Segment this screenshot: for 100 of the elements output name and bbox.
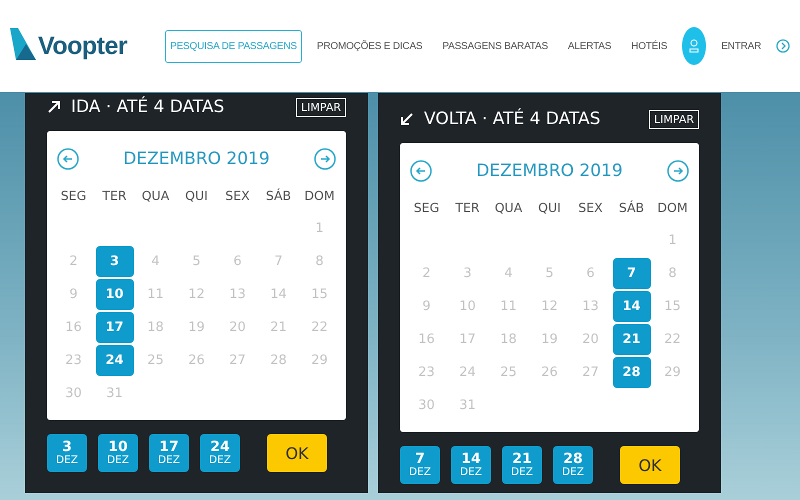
calendar-day[interactable]: 17 xyxy=(96,312,134,343)
calendar-day[interactable]: 9 xyxy=(54,279,92,310)
selected-date-chip[interactable]: 14 DEZ xyxy=(451,446,491,484)
weekday-label: SÁB xyxy=(618,200,644,215)
calendar-day[interactable]: 5 xyxy=(530,258,568,289)
nav-link[interactable]: ALERTAS xyxy=(562,30,616,62)
calendar-day[interactable]: 10 xyxy=(448,291,486,322)
month-title: DEZEMBRO 2019 xyxy=(123,149,270,169)
selected-date-chip[interactable]: 28 DEZ xyxy=(553,446,593,484)
selected-date-chip[interactable]: 21 DEZ xyxy=(502,446,542,484)
calendar-day[interactable]: 12 xyxy=(530,291,568,322)
calendar-day[interactable]: 21 xyxy=(260,312,298,343)
calendar-day[interactable]: 8 xyxy=(300,246,338,277)
nav-link[interactable]: PESQUISA DE PASSAGENS xyxy=(165,30,302,62)
panel-title: IDA · ATÉ 4 DATAS xyxy=(71,97,224,117)
calendar-day[interactable]: 17 xyxy=(448,324,486,355)
calendar-day[interactable]: 18 xyxy=(490,324,528,355)
calendar-day[interactable]: 31 xyxy=(448,390,486,421)
calendar-day[interactable]: 23 xyxy=(54,345,92,376)
selected-date-chip[interactable]: 7 DEZ xyxy=(400,446,440,484)
calendar-day[interactable]: 31 xyxy=(96,378,134,409)
calendar-day[interactable]: 23 xyxy=(408,357,446,388)
calendar-day[interactable]: 29 xyxy=(300,345,338,376)
selected-date-chip[interactable]: 24 DEZ xyxy=(200,434,240,472)
calendar-day[interactable]: 26 xyxy=(178,345,216,376)
calendar-day[interactable]: 19 xyxy=(178,312,216,343)
calendar-day[interactable]: 25 xyxy=(136,345,174,376)
weekday-label: SEX xyxy=(225,188,250,203)
calendar-day[interactable]: 4 xyxy=(490,258,528,289)
calendar-day[interactable]: 1 xyxy=(300,213,338,244)
calendar-day[interactable]: 16 xyxy=(408,324,446,355)
calendar-day[interactable]: 9 xyxy=(408,291,446,322)
login-link[interactable]: ENTRAR xyxy=(716,30,766,62)
calendar-day[interactable]: 28 xyxy=(260,345,298,376)
previous-month-icon[interactable] xyxy=(57,148,79,170)
arrow-up-right-icon xyxy=(47,100,61,114)
calendar-day[interactable]: 13 xyxy=(218,279,256,310)
calendar-day[interactable]: 27 xyxy=(572,357,610,388)
calendar-day[interactable]: 11 xyxy=(490,291,528,322)
weekday-label: SEX xyxy=(578,200,603,215)
calendar-day[interactable]: 10 xyxy=(96,279,134,310)
calendar-day[interactable]: 4 xyxy=(136,246,174,277)
calendar-day[interactable]: 1 xyxy=(654,225,692,256)
month-title: DEZEMBRO 2019 xyxy=(476,161,623,181)
calendar-day[interactable]: 30 xyxy=(54,378,92,409)
calendar-day[interactable]: 16 xyxy=(54,312,92,343)
calendar-day[interactable]: 19 xyxy=(530,324,568,355)
selected-date-chip[interactable]: 3 DEZ xyxy=(47,434,87,472)
calendar-day[interactable]: 29 xyxy=(654,357,692,388)
calendar-day[interactable]: 22 xyxy=(300,312,338,343)
calendar-day[interactable]: 14 xyxy=(260,279,298,310)
weekday-label: SEG xyxy=(60,188,86,203)
calendar-day[interactable]: 20 xyxy=(218,312,256,343)
calendar-day[interactable]: 11 xyxy=(136,279,174,310)
calendar-day[interactable]: 2 xyxy=(408,258,446,289)
calendar-day[interactable]: 6 xyxy=(218,246,256,277)
calendar-day[interactable]: 2 xyxy=(54,246,92,277)
weekday-label: QUA xyxy=(142,188,170,203)
next-month-icon[interactable] xyxy=(666,160,689,182)
calendar-day[interactable]: 24 xyxy=(96,345,134,376)
calendar-day[interactable]: 24 xyxy=(448,357,486,388)
weekday-label: TER xyxy=(102,188,127,203)
chevron-right-icon[interactable] xyxy=(776,39,790,53)
calendar-day[interactable]: 15 xyxy=(654,291,692,322)
calendar-day[interactable]: 13 xyxy=(572,291,610,322)
next-month-icon[interactable] xyxy=(314,148,336,170)
weekday-label: DOM xyxy=(304,188,335,203)
ok-button[interactable]: OK xyxy=(620,446,680,484)
user-avatar[interactable] xyxy=(682,27,706,65)
calendar-day[interactable]: 7 xyxy=(260,246,298,277)
calendar-day[interactable]: 5 xyxy=(178,246,216,277)
calendar-day[interactable]: 12 xyxy=(178,279,216,310)
calendar-day[interactable]: 7 xyxy=(612,258,650,289)
calendar-day[interactable]: 18 xyxy=(136,312,174,343)
calendar-day[interactable]: 27 xyxy=(218,345,256,376)
logo-text[interactable]: Voopter xyxy=(38,32,128,60)
calendar-day[interactable]: 14 xyxy=(612,291,650,322)
calendar-day[interactable]: 3 xyxy=(448,258,486,289)
calendar-day[interactable]: 30 xyxy=(408,390,446,421)
calendar-day[interactable]: 20 xyxy=(572,324,610,355)
calendar-day[interactable]: 6 xyxy=(572,258,610,289)
selected-date-chip[interactable]: 10 DEZ xyxy=(98,434,138,472)
calendar-day[interactable]: 22 xyxy=(654,324,692,355)
weekday-label: DOM xyxy=(657,200,688,215)
ok-button[interactable]: OK xyxy=(267,434,327,472)
nav-link[interactable]: PROMOÇÕES E DICAS xyxy=(312,30,428,62)
calendar-day[interactable]: 3 xyxy=(96,246,134,277)
calendar-day[interactable]: 28 xyxy=(612,357,650,388)
nav-link[interactable]: PASSAGENS BARATAS xyxy=(437,30,553,62)
calendar-day[interactable]: 21 xyxy=(612,324,650,355)
calendar-day[interactable]: 25 xyxy=(490,357,528,388)
previous-month-icon[interactable] xyxy=(410,160,432,182)
calendar-day[interactable]: 8 xyxy=(654,258,692,289)
clear-button[interactable]: LIMPAR xyxy=(296,98,346,116)
calendar-day[interactable]: 15 xyxy=(300,279,338,310)
clear-button[interactable]: LIMPAR xyxy=(649,110,699,128)
calendar-day[interactable]: 26 xyxy=(530,357,568,388)
nav-link[interactable]: HOTÉIS xyxy=(626,30,672,62)
selected-date-chip[interactable]: 17 DEZ xyxy=(149,434,189,472)
panel-title: VOLTA · ATÉ 4 DATAS xyxy=(424,109,600,129)
